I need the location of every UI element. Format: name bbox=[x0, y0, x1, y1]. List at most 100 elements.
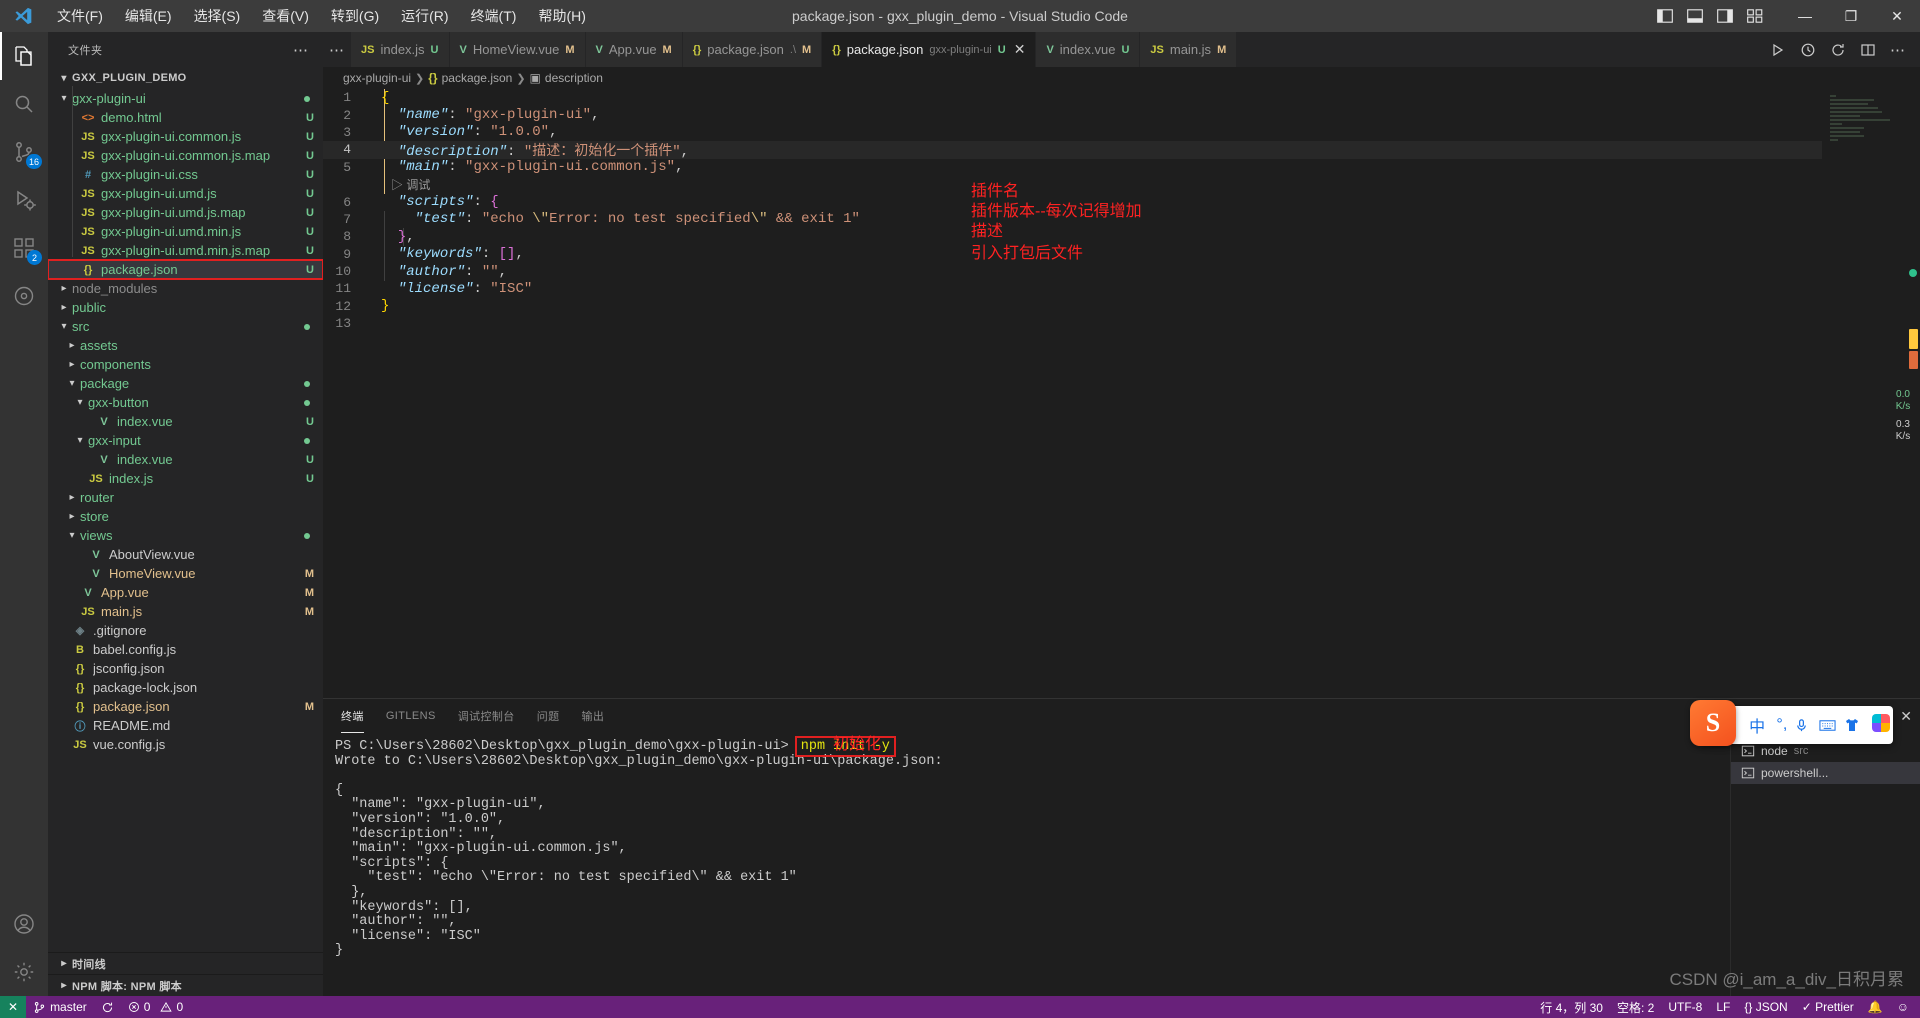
minimize-button[interactable]: — bbox=[1782, 0, 1828, 32]
split-editor-icon[interactable] bbox=[1860, 42, 1876, 58]
code-lens[interactable]: ▷ 调试 bbox=[323, 176, 1822, 193]
code-line[interactable]: 1{ bbox=[323, 89, 1822, 106]
activity-extensions[interactable]: 2 bbox=[0, 224, 48, 272]
tree-item[interactable]: ▾ gxx-plugin-ui bbox=[48, 89, 323, 108]
editor-tab[interactable]: V App.vue M bbox=[585, 32, 683, 67]
tree-item[interactable]: Bbabel.config.js bbox=[48, 640, 323, 659]
tabs-overflow-icon[interactable]: ⋯ bbox=[323, 32, 351, 67]
status-language-mode[interactable]: {} JSON bbox=[1737, 996, 1794, 1018]
tree-item[interactable]: ◈ .gitignore bbox=[48, 621, 323, 640]
code-line[interactable]: 11 "license": "ISC" bbox=[323, 280, 1822, 297]
keyboard-icon[interactable] bbox=[1819, 718, 1844, 733]
explorer-root-folder[interactable]: ▾ GXX_PLUGIN_DEMO bbox=[48, 67, 323, 89]
tree-item[interactable]: JS main.js M bbox=[48, 602, 323, 621]
breadcrumb-file[interactable]: {} package.json bbox=[428, 71, 512, 85]
tree-item[interactable]: ▸ public bbox=[48, 298, 323, 317]
tree-item[interactable]: ▾ views bbox=[48, 526, 323, 545]
panel-tab-output[interactable]: 输出 bbox=[582, 700, 605, 733]
close-button[interactable]: ✕ bbox=[1874, 0, 1920, 32]
tree-item[interactable]: JS gxx-plugin-ui.umd.min.js.map U bbox=[48, 241, 323, 260]
editor-tab[interactable]: JS main.js M bbox=[1140, 32, 1238, 67]
tree-item[interactable]: {} package.json U bbox=[48, 259, 323, 280]
layout-controls[interactable] bbox=[1656, 7, 1782, 25]
tree-item[interactable]: JS gxx-plugin-ui.common.js.map U bbox=[48, 146, 323, 165]
panel-tab-terminal[interactable]: 终端 bbox=[341, 700, 364, 733]
tab-close-icon[interactable]: ✕ bbox=[1014, 41, 1026, 58]
customize-layout-icon[interactable] bbox=[1746, 7, 1764, 25]
tree-item[interactable]: Vindex.vue U bbox=[48, 412, 323, 431]
explorer-more-actions-icon[interactable]: ⋯ bbox=[287, 41, 315, 59]
tree-item[interactable]: ⓘ README.md bbox=[48, 716, 323, 735]
breadcrumb[interactable]: gxx-plugin-ui ❯ {} package.json ❯ ▣ desc… bbox=[323, 67, 1920, 89]
tree-item[interactable]: ▸ node_modules bbox=[48, 279, 323, 298]
skin-icon[interactable] bbox=[1844, 717, 1869, 733]
menu-terminal[interactable]: 终端(T) bbox=[460, 2, 528, 30]
ime-language-toggle[interactable]: 中 bbox=[1745, 713, 1770, 737]
tree-item[interactable]: {} package-lock.json bbox=[48, 678, 323, 697]
tree-item[interactable]: ▾ package bbox=[48, 374, 323, 393]
tree-item[interactable]: V App.vue M bbox=[48, 583, 323, 602]
status-feedback[interactable]: ☺ bbox=[1890, 996, 1916, 1018]
explorer-tree[interactable]: ▾ GXX_PLUGIN_DEMO ▾ gxx-plugin-ui <> demo.h… bbox=[48, 67, 323, 952]
tree-item[interactable]: {} jsconfig.json bbox=[48, 659, 323, 678]
code-line[interactable]: 3 "version": "1.0.0", bbox=[323, 124, 1822, 141]
status-prettier[interactable]: ✓ Prettier bbox=[1795, 996, 1861, 1018]
toggle-panel-icon[interactable] bbox=[1686, 7, 1704, 25]
code-line[interactable]: 12} bbox=[323, 298, 1822, 315]
tree-item[interactable]: ▾ src bbox=[48, 317, 323, 336]
editor-scrollbar[interactable]: 0.0 K/s 0.3 K/s bbox=[1896, 89, 1920, 698]
menu-help[interactable]: 帮助(H) bbox=[527, 2, 596, 30]
editor-tab[interactable]: {} package.json gxx-plugin-ui U ✕ bbox=[822, 32, 1037, 67]
panel-tab-debug-console[interactable]: 调试控制台 bbox=[458, 700, 515, 733]
status-notifications[interactable]: 🔔 bbox=[1861, 996, 1890, 1018]
tree-item[interactable]: ▾ gxx-button bbox=[48, 393, 323, 412]
status-problems[interactable]: 0 0 bbox=[121, 996, 190, 1018]
code-line[interactable]: 13 bbox=[323, 315, 1822, 332]
tree-item[interactable]: JS gxx-plugin-ui.umd.js U bbox=[48, 184, 323, 203]
tree-item[interactable]: ▸ router bbox=[48, 488, 323, 507]
toggle-primary-sidebar-icon[interactable] bbox=[1656, 7, 1674, 25]
code-line[interactable]: 10 "author": "", bbox=[323, 263, 1822, 280]
tree-item[interactable]: V AboutView.vue bbox=[48, 545, 323, 564]
editor-actions[interactable]: ⋯ bbox=[1756, 32, 1920, 67]
status-indentation[interactable]: 空格: 2 bbox=[1610, 996, 1661, 1018]
code-line[interactable]: 2 "name": "gxx-plugin-ui", bbox=[323, 106, 1822, 123]
tree-item[interactable]: {} package.json M bbox=[48, 697, 323, 716]
close-panel-icon[interactable]: ✕ bbox=[1900, 708, 1912, 725]
ime-logo-icon[interactable]: S bbox=[1690, 700, 1736, 746]
tab-list[interactable]: JS index.js U V HomeView.vue M V App.vue M {} pack… bbox=[351, 32, 1238, 67]
status-sync[interactable] bbox=[94, 996, 121, 1018]
mic-icon[interactable] bbox=[1794, 718, 1819, 733]
terminal-list-item-powershell[interactable]: powershell... bbox=[1731, 762, 1920, 784]
code-lens-label[interactable]: ▷ 调试 bbox=[373, 176, 430, 193]
tree-item[interactable]: <> demo.html U bbox=[48, 108, 323, 127]
panel-tab-gitlens[interactable]: GITLENS bbox=[386, 702, 436, 731]
remote-indicator[interactable]: ✕ bbox=[0, 996, 27, 1018]
tree-item[interactable]: ▸ store bbox=[48, 507, 323, 526]
terminal-scrollbar[interactable] bbox=[1716, 734, 1730, 996]
tree-item[interactable]: JS index.js U bbox=[48, 469, 323, 488]
tree-item[interactable]: JS gxx-plugin-ui.umd.js.map U bbox=[48, 203, 323, 222]
tree-item[interactable]: ▾ gxx-input bbox=[48, 431, 323, 450]
activity-search[interactable] bbox=[0, 80, 48, 128]
activity-gitlens[interactable] bbox=[0, 272, 48, 320]
section-timeline[interactable]: ▸ 时间线 bbox=[48, 952, 323, 974]
terminal-output[interactable]: PS C:\Users\28602\Desktop\gxx_plugin_dem… bbox=[323, 734, 1716, 996]
menu-view[interactable]: 查看(V) bbox=[251, 2, 320, 30]
file-tree[interactable]: ▾ gxx-plugin-ui <> demo.html U JS gxx-plugin-u… bbox=[48, 86, 323, 754]
menu-go[interactable]: 转到(G) bbox=[320, 2, 390, 30]
status-cursor-position[interactable]: 行 4，列 30 bbox=[1533, 996, 1610, 1018]
section-npm-scripts[interactable]: ▸ NPM 脚本: NPM 脚本 bbox=[48, 974, 323, 996]
editor-tab[interactable]: {} package.json .\ M bbox=[682, 32, 823, 67]
activity-run-debug[interactable] bbox=[0, 176, 48, 224]
apps-icon[interactable] bbox=[1868, 713, 1893, 737]
status-encoding[interactable]: UTF-8 bbox=[1661, 996, 1709, 1018]
more-actions-icon[interactable]: ⋯ bbox=[1890, 41, 1906, 59]
tree-item[interactable]: JS gxx-plugin-ui.umd.min.js U bbox=[48, 222, 323, 241]
panel-tab-problems[interactable]: 问题 bbox=[537, 700, 560, 733]
tree-item[interactable]: Vindex.vue U bbox=[48, 450, 323, 469]
breadcrumb-symbol[interactable]: ▣ description bbox=[530, 71, 603, 85]
activity-explorer[interactable] bbox=[0, 32, 48, 80]
status-branch[interactable]: master bbox=[26, 996, 94, 1018]
activity-settings[interactable] bbox=[0, 948, 48, 996]
